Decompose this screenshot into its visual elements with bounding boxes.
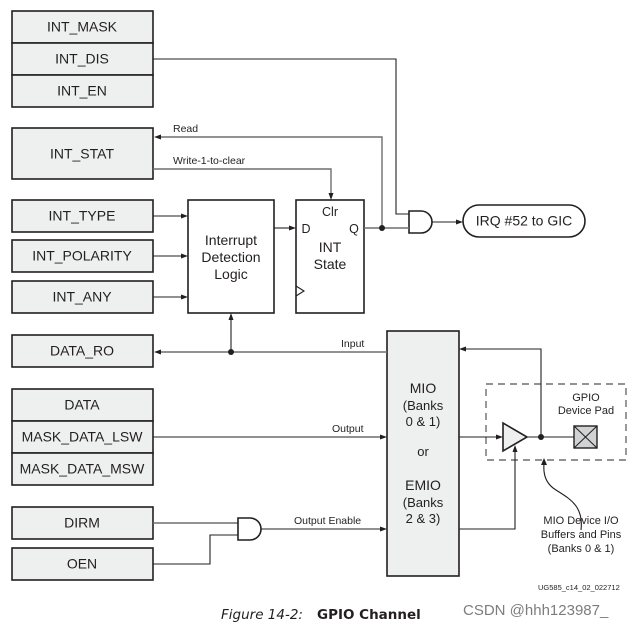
mio-label-line5: EMIO <box>405 477 441 493</box>
input-to-detect-arrowhead <box>228 313 234 320</box>
int-en-register: INT_EN <box>11 74 154 108</box>
write1clear-wire <box>153 168 332 193</box>
data-label: DATA <box>64 397 100 413</box>
int-type-label: INT_TYPE <box>49 208 116 224</box>
gpio-device-pad-icon <box>573 425 598 449</box>
mio-emio-block: MIO (Banks 0 & 1) or EMIO (Banks 2 & 3) <box>386 330 460 577</box>
callout-label-line2: Buffers and Pins <box>541 529 622 541</box>
callout-label-line1: MIO Device I/O <box>543 515 619 527</box>
and-gate-irq-icon <box>408 210 433 234</box>
mio-label-line7: 2 & 3) <box>406 511 441 526</box>
output-label: Output <box>332 423 364 435</box>
mask-data-msw-register: MASK_DATA_MSW <box>11 452 154 486</box>
int-mask-register: INT_MASK <box>11 10 154 44</box>
oe-to-buffer-wire <box>459 452 516 530</box>
output-arrowhead <box>380 434 387 440</box>
int-en-label: INT_EN <box>57 83 107 99</box>
output-enable-label: Output Enable <box>294 515 361 527</box>
and-gate-oe-icon <box>237 517 262 541</box>
int-stat-label: INT_STAT <box>50 146 114 162</box>
caption-number: Figure 14-2: <box>221 607 303 623</box>
detection-label-line2: Detection <box>201 249 260 265</box>
read-arrowhead <box>154 134 161 140</box>
figure-id: UG585_c14_02_022712 <box>538 583 620 592</box>
int-state-flipflop: Clr D Q INT State <box>295 199 365 314</box>
callout-label-line3: (Banks 0 & 1) <box>548 543 615 555</box>
int-dis-register: INT_DIS <box>11 42 154 76</box>
mask-data-lsw-register: MASK_DATA_LSW <box>11 420 154 454</box>
int-stat-register: INT_STAT <box>11 127 154 180</box>
mio-label-line1: MIO <box>410 380 437 396</box>
interrupt-detection-logic-block: Interrupt Detection Logic <box>187 199 275 314</box>
irq-label: IRQ #52 to GIC <box>476 213 572 229</box>
output-enable-arrowhead <box>380 526 387 532</box>
write1clear-arrowhead <box>328 193 334 200</box>
read-label: Read <box>173 123 198 135</box>
data-ro-label: DATA_RO <box>50 343 114 359</box>
d-pin-label: D <box>301 222 310 236</box>
watermark: CSDN @hhh123987_ <box>463 602 609 619</box>
mio-label-line2: (Banks <box>403 398 444 413</box>
int-state-label-line1: INT <box>319 239 342 255</box>
figure-caption: Figure 14-2: GPIO Channel <box>221 606 421 623</box>
oen-register: OEN <box>11 547 154 581</box>
detection-label-line3: Logic <box>214 266 247 282</box>
caption-title: GPIO Channel <box>316 607 421 623</box>
dirm-register: DIRM <box>11 506 154 540</box>
pad-to-mio-input-arrowhead <box>459 346 466 352</box>
irq-output-terminal: IRQ #52 to GIC <box>462 204 586 238</box>
callout-arrowhead <box>541 458 547 465</box>
int-type-arrowhead <box>181 213 188 219</box>
gpio-pad-label-line1: GPIO <box>572 392 600 404</box>
int-any-label: INT_ANY <box>52 289 112 305</box>
mio-label-line4: or <box>417 444 429 459</box>
int-mask-label: INT_MASK <box>47 19 118 35</box>
int-any-arrowhead <box>181 294 188 300</box>
int-polarity-register: INT_POLARITY <box>11 239 154 273</box>
int-polarity-label: INT_POLARITY <box>32 248 132 264</box>
q-pin-label: Q <box>349 222 359 236</box>
mask-data-msw-label: MASK_DATA_MSW <box>20 461 146 477</box>
gpio-pad-label-line2: Device Pad <box>558 405 614 417</box>
oen-wire <box>153 534 238 565</box>
mio-label-line6: (Banks <box>403 495 444 510</box>
mask-data-lsw-label: MASK_DATA_LSW <box>22 429 144 445</box>
mio-label-line3: 0 & 1) <box>406 414 441 429</box>
data-register: DATA <box>11 388 154 422</box>
oe-to-buffer-arrowhead <box>512 445 518 452</box>
detection-label-line1: Interrupt <box>205 232 257 248</box>
data-ro-register: DATA_RO <box>11 334 154 368</box>
int-polarity-arrowhead <box>181 253 188 259</box>
q-junction-dot <box>379 225 385 231</box>
input-junction-dot <box>228 349 234 355</box>
int-any-register: INT_ANY <box>11 280 154 314</box>
and-to-irq-arrowhead <box>456 219 463 225</box>
gpio-channel-diagram: INT_MASK INT_DIS INT_EN INT_STAT INT_TYP… <box>11 10 627 581</box>
input-label: Input <box>341 338 364 350</box>
detect-to-d-arrowhead <box>289 225 296 231</box>
int-type-register: INT_TYPE <box>11 199 154 233</box>
int-dis-label: INT_DIS <box>55 51 109 67</box>
input-to-data-ro-arrowhead <box>154 349 161 355</box>
oen-label: OEN <box>67 556 97 572</box>
dirm-label: DIRM <box>64 515 100 531</box>
write1clear-label: Write-1-to-clear <box>173 155 246 167</box>
mio-to-buffer-arrowhead <box>496 434 503 440</box>
int-state-label-line2: State <box>314 256 347 272</box>
clr-pin-label: Clr <box>322 205 338 219</box>
